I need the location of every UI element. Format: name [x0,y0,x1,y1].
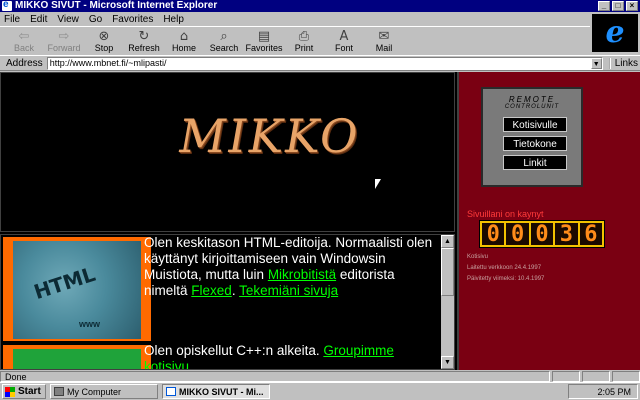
remote-control-panel: REMOTE CONTROLUNIT Kotisivulle Tietokone… [481,87,583,187]
computer-icon [54,387,64,396]
tietokone-button[interactable]: Tietokone [503,136,567,151]
tekemiani-sivuja-link[interactable]: Tekemiäni sivuja [239,283,338,298]
scroll-up-icon[interactable]: ▲ [441,235,454,248]
html-paragraph: Olen keskitason HTML-editoija. Normaalis… [144,235,436,299]
status-cell [612,370,640,382]
html-graphic-inner: HTML www [13,241,141,339]
cpp-paragraph: Olen opiskellut C++:n alkeita. Groupimme… [144,343,436,369]
print-icon: ⎙ [298,29,310,44]
kotisivulle-button[interactable]: Kotisivulle [503,117,567,132]
counter-digit: 0 [530,223,554,247]
green-graphic-image [3,345,151,369]
forward-button[interactable]: ⇨ Forward [44,28,84,54]
address-bar: Address http://www.mbnet.fi/~mlipasti/ ▼… [0,55,640,71]
mail-button[interactable]: ✉ Mail [364,28,404,54]
home-button[interactable]: ⌂ Home [164,28,204,54]
start-button[interactable]: Start [2,384,46,399]
html-graphic-www: www [79,319,101,329]
counter-label: Sivuillani on kaynyt [467,209,544,219]
page-content: MIKKO HTML www Olen keskitason HTML-edit… [0,72,640,370]
menu-go[interactable]: Go [89,14,102,25]
stop-icon: ⊗ [98,29,110,44]
status-text: Done [0,370,550,382]
status-cell [552,370,580,382]
counter-digit: 0 [506,223,529,247]
mouse-cursor-icon [375,179,381,189]
top-frame: MIKKO [0,72,455,232]
favorites-icon: ▤ [257,29,271,44]
ie-throbber-logo: e [592,14,638,52]
ie-e-icon: e [605,15,625,50]
minimize-button[interactable]: _ [598,1,610,11]
font-button[interactable]: A Font [324,28,364,54]
menu-favorites[interactable]: Favorites [112,14,153,25]
back-button[interactable]: ⇦ Back [4,28,44,54]
windows-logo-icon [5,386,15,397]
main-frame: HTML www Olen keskitason HTML-editoija. … [0,234,455,370]
favorites-button[interactable]: ▤ Favorites [244,28,284,54]
ie-task-icon [166,387,176,396]
address-input[interactable]: http://www.mbnet.fi/~mlipasti/ ▼ [46,56,603,70]
mail-icon: ✉ [378,29,390,44]
vertical-scrollbar[interactable]: ▲ ▼ [441,235,454,369]
refresh-button[interactable]: ↻ Refresh [124,28,164,54]
clock[interactable]: 2:05 PM [597,387,631,397]
mikrobitista-link[interactable]: Mikrobitistä [268,267,336,282]
taskbar-item-my-computer[interactable]: My Computer [50,384,158,399]
menu-view[interactable]: View [57,14,79,25]
stats-line: Päivitetty viimeksi: 10.4.1997 [467,276,545,282]
menu-help[interactable]: Help [163,14,184,25]
counter-digit: 0 [482,223,505,247]
html-graphic-text: HTML [30,261,99,305]
address-label: Address [6,57,43,69]
navigation-frame: REMOTE CONTROLUNIT Kotisivulle Tietokone… [457,72,640,370]
html-graphic-image: HTML www [3,237,151,341]
site-stats: Kotisivu Laitettu verkkoon 24.4.1997 Päi… [467,252,544,285]
taskbar: Start My Computer MIKKO SIVUT - Mi... 2:… [0,382,640,400]
system-tray: 2:05 PM [568,384,638,399]
address-dropdown-icon[interactable]: ▼ [590,57,602,69]
scroll-thumb[interactable] [441,248,454,296]
visitor-counter: 0 0 0 3 6 [479,220,605,248]
counter-digit: 6 [579,223,603,247]
stop-button[interactable]: ⊗ Stop [84,28,124,54]
start-label: Start [18,386,41,397]
linkit-button[interactable]: Linkit [503,155,567,170]
toolbar: ⇦ Back ⇨ Forward ⊗ Stop ↻ Refresh ⌂ Home ⌕ Sea… [0,26,590,54]
paragraph-text: Olen opiskellut C++:n alkeita. [144,343,324,358]
forward-arrow-icon: ⇨ [58,29,70,44]
green-graphic-inner [13,349,141,369]
status-bar: Done [0,370,640,382]
ie-app-icon[interactable] [2,0,12,11]
status-cell [582,370,610,382]
close-button[interactable]: × [626,1,638,11]
font-icon: A [339,29,349,44]
links-button[interactable]: Links [608,57,638,69]
search-icon: ⌕ [220,29,228,44]
taskbar-item-mikko-sivut[interactable]: MIKKO SIVUT - Mi... [162,384,270,399]
remote-title: REMOTE [508,95,556,104]
window-title: MIKKO SIVUT - Microsoft Internet Explore… [15,0,218,11]
search-button[interactable]: ⌕ Search [204,28,244,54]
task-label: My Computer [67,386,122,397]
title-bar[interactable]: MIKKO SIVUT - Microsoft Internet Explore… [0,0,640,12]
task-label: MIKKO SIVUT - Mi... [179,386,264,397]
stats-line: Kotisivu [467,254,489,260]
refresh-icon: ↻ [138,29,150,44]
menu-file[interactable]: File [4,14,20,25]
menu-edit[interactable]: Edit [30,14,47,25]
address-url[interactable]: http://www.mbnet.fi/~mlipasti/ [50,58,167,69]
remote-subtitle: CONTROLUNIT [504,104,560,110]
counter-digit: 3 [555,223,578,247]
flexed-link[interactable]: Flexed [191,283,232,298]
mikko-logo: MIKKO [174,109,365,163]
stats-line: Laitettu verkkoon 24.4.1997 [467,265,542,271]
menu-bar: File Edit View Go Favorites Help [0,12,590,26]
paragraph-text: . [231,283,240,298]
back-arrow-icon: ⇦ [18,29,30,44]
maximize-button[interactable]: □ [612,1,624,11]
print-button[interactable]: ⎙ Print [284,28,324,54]
home-icon: ⌂ [179,29,189,44]
scroll-down-icon[interactable]: ▼ [441,356,454,369]
